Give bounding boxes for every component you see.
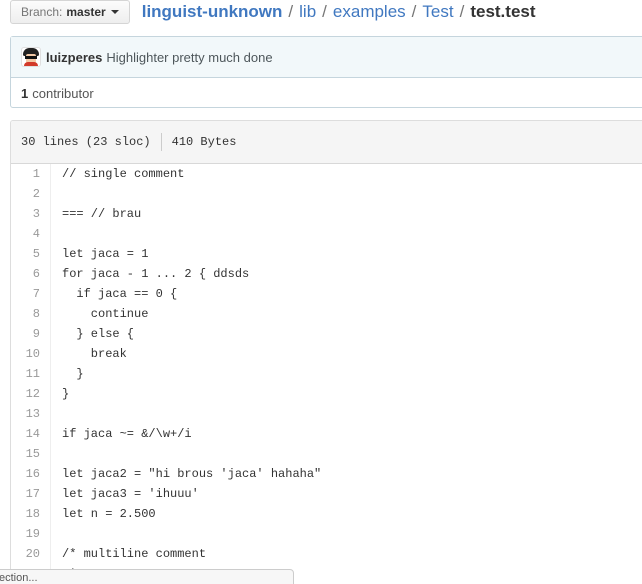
line-number[interactable]: 6 [11,264,51,284]
breadcrumb-separator: / [322,2,327,21]
code-line: 7 if jaca == 0 { [11,284,642,304]
breadcrumb-separator: / [411,2,417,21]
branch-prefix: Branch: [21,5,63,19]
file-line-count: 30 lines (23 sloc) [21,135,151,149]
code-line: 6 for jaca - 1 ... 2 { ddsds [11,264,642,284]
commit-tease: luizperes Highlighter pretty much done 1… [10,36,642,108]
breadcrumb-test-link[interactable]: Test [422,2,453,22]
code-line: 19 [11,524,642,544]
code-line: 11 } [11,364,642,384]
line-number[interactable]: 8 [11,304,51,324]
line-content [51,184,62,204]
commit-message-link[interactable]: Highlighter pretty much done [106,50,272,65]
line-content [51,404,62,424]
line-content: if jaca == 0 { [62,287,178,301]
line-content: let n = 2.500 [62,507,156,521]
contributor-count: 1 [21,85,29,101]
line-content: } [62,387,70,401]
file-info-divider [160,133,162,151]
avatar[interactable] [21,47,41,67]
branch-name: master [66,5,106,19]
code-line: 1 // single comment [11,164,642,184]
file-size: 410 Bytes [171,135,237,149]
file-view-page: Branch: master linguist-unknown / lib / … [0,0,642,584]
line-content: let jaca3 = 'ihuuu' [62,487,199,501]
commit-author-link[interactable]: luizperes [46,50,102,65]
line-content [51,524,62,544]
breadcrumb: linguist-unknown / lib / examples / Test… [142,2,536,22]
contributors-row[interactable]: 1 contributor [11,78,642,108]
line-number[interactable]: 1 [11,164,51,184]
code-blob: 1 // single comment 2 3 === // brau 4 5 let jac… [11,164,642,584]
breadcrumb-repo-link[interactable]: linguist-unknown [142,2,283,22]
line-number[interactable]: 11 [11,364,51,384]
line-number[interactable]: 3 [11,204,51,224]
line-number[interactable]: 18 [11,504,51,524]
line-content [51,224,62,244]
line-number[interactable]: 4 [11,224,51,244]
line-content: break [62,347,127,361]
code-line: 4 [11,224,642,244]
caret-down-icon [110,10,119,14]
code-line: 14 if jaca ~= &/\w+/i [11,424,642,444]
line-number[interactable]: 15 [11,444,51,464]
line-number[interactable]: 7 [11,284,51,304]
latest-commit-row: luizperes Highlighter pretty much done [11,37,642,78]
code-line: 16 let jaca2 = "hi brous 'jaca' hahaha" [11,464,642,484]
code-line: 3 === // brau [11,204,642,224]
line-content: } [62,367,84,381]
code-line: 20 /* multiline comment [11,544,642,564]
code-line: 10 break [11,344,642,364]
contributor-label: contributor [32,85,94,101]
line-content: /* multiline comment [62,547,207,561]
code-line: 17 let jaca3 = 'ihuuu' [11,484,642,504]
line-content: // single comment [62,167,185,181]
code-line: 18 let n = 2.500 [11,504,642,524]
line-content: continue [62,307,149,321]
line-number[interactable]: 16 [11,464,51,484]
status-popup: ection... [0,569,294,584]
file-container: 30 lines (23 sloc) 410 Bytes 1 // single … [10,120,642,584]
line-number[interactable]: 13 [11,404,51,424]
breadcrumb-separator: / [459,2,465,21]
breadcrumb-separator: / [288,2,294,21]
line-number[interactable]: 10 [11,344,51,364]
line-number[interactable]: 20 [11,544,51,564]
code-line: 13 [11,404,642,424]
line-number[interactable]: 9 [11,324,51,344]
code-line: 12} [11,384,642,404]
breadcrumb-examples-link[interactable]: examples [333,2,406,22]
file-navigation: Branch: master linguist-unknown / lib / … [10,0,536,24]
line-content: if jaca ~= &/\w+/i [62,427,192,441]
line-content [51,444,62,464]
code-line: 2 [11,184,642,204]
line-number[interactable]: 14 [11,424,51,444]
line-number[interactable]: 12 [11,384,51,404]
code-line: 5 let jaca = 1 [11,244,642,264]
file-header: 30 lines (23 sloc) 410 Bytes [11,121,642,164]
breadcrumb-lib-link[interactable]: lib [299,2,316,22]
code-line: 8 continue [11,304,642,324]
status-popup-text: ection... [0,572,38,584]
branch-select-button[interactable]: Branch: master [10,0,130,24]
line-content: let jaca = 1 [62,247,149,261]
line-content: let jaca2 = "hi brous 'jaca' hahaha" [62,467,322,481]
line-number[interactable]: 5 [11,244,51,264]
line-content: } else { [62,327,135,341]
line-content: === // brau [62,207,142,221]
line-content: for jaca - 1 ... 2 { ddsds [62,267,250,281]
code-line: 9 } else { [11,324,642,344]
code-line: 15 [11,444,642,464]
line-number[interactable]: 19 [11,524,51,544]
line-number[interactable]: 2 [11,184,51,204]
breadcrumb-file-name: test.test [470,2,536,21]
line-number[interactable]: 17 [11,484,51,504]
